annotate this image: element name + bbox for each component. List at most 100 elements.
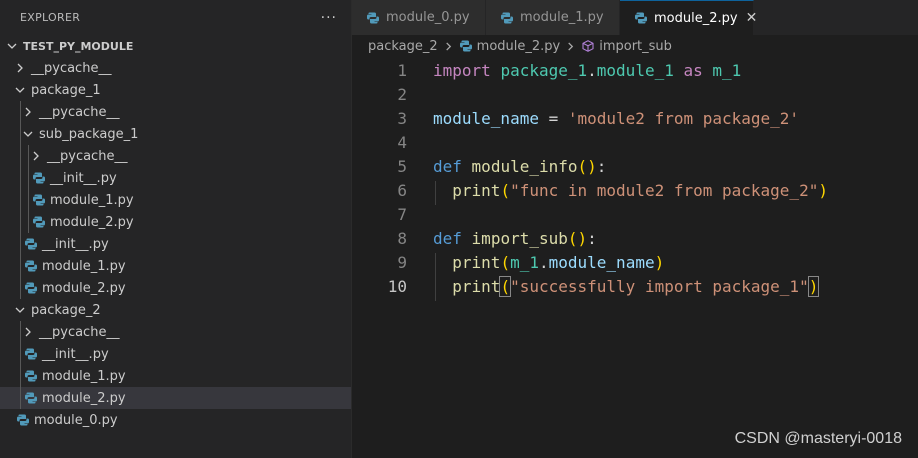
code-token: import: [433, 60, 491, 80]
tree-file-item[interactable]: __init__.py: [0, 167, 351, 189]
tree-folder-item[interactable]: sub_package_1: [0, 123, 351, 145]
line-number: 1: [397, 60, 407, 80]
close-icon[interactable]: ✕: [746, 10, 758, 26]
breadcrumb-symbol[interactable]: import_sub: [581, 39, 672, 54]
code-line: 5 def module_info():: [352, 154, 918, 178]
code-line: 6 print("func in module2 from package_2"…: [352, 178, 918, 205]
code-token: ): [818, 180, 828, 200]
indent-guide: [20, 189, 21, 211]
breadcrumb: package_2 module_2.py import_sub: [352, 35, 918, 57]
tree-folder-item[interactable]: __pycache__: [0, 145, 351, 167]
chevron-down-icon[interactable]: [4, 38, 20, 54]
python-file-icon: [32, 193, 46, 207]
tree-file-item[interactable]: module_0.py: [0, 409, 351, 431]
line-number: 10: [387, 276, 407, 296]
code-token: def: [433, 156, 462, 176]
tree-item-label: __pycache__: [39, 324, 120, 340]
tree-file-item[interactable]: module_2.py: [0, 387, 351, 409]
chevron-right-icon[interactable]: [20, 324, 36, 340]
code-line: 2: [352, 82, 918, 106]
tree-folder-item[interactable]: package_1: [0, 79, 351, 101]
code-token: :: [587, 228, 597, 248]
tree-item-label: __init__.py: [42, 346, 109, 362]
python-file-icon: [366, 11, 380, 25]
tree-file-item[interactable]: module_1.py: [0, 365, 351, 387]
tree-root-folder[interactable]: TEST_PY_MODULE: [0, 35, 351, 57]
code-editor[interactable]: 1 import package_1.module_1 as m_1 2 3 modul…: [352, 58, 918, 301]
chevron-right-icon[interactable]: [12, 60, 28, 76]
chevron-down-icon[interactable]: [12, 82, 28, 98]
file-tree: TEST_PY_MODULE __pycache__ package_1 __pyca…: [0, 35, 351, 431]
code-token: m_1: [510, 252, 539, 272]
tree-item-label: __pycache__: [39, 104, 120, 120]
python-file-icon: [459, 39, 473, 53]
code-token: :: [596, 156, 607, 176]
python-file-icon: [24, 237, 38, 251]
indent-guide: [20, 123, 21, 145]
indent-guide: [20, 145, 21, 167]
tree-folder-item[interactable]: __pycache__: [0, 321, 351, 343]
explorer-title: EXPLORER: [20, 11, 81, 24]
line-number: 2: [397, 84, 407, 104]
tree-folder-item[interactable]: __pycache__: [0, 57, 351, 79]
indent-guide: [20, 387, 21, 409]
tree-file-item[interactable]: module_1.py: [0, 255, 351, 277]
tree-file-item[interactable]: module_2.py: [0, 277, 351, 299]
code-token: 'module2 from package_2': [567, 108, 800, 128]
tree-folder-item[interactable]: __pycache__: [0, 101, 351, 123]
tree-item-label: module_2.py: [50, 214, 134, 230]
tree-file-item[interactable]: __init__.py: [0, 343, 351, 365]
indent-guide: [20, 277, 21, 299]
tab-module-2[interactable]: module_2.py ✕: [620, 0, 757, 35]
breadcrumb-folder[interactable]: package_2: [368, 39, 438, 54]
code-line: 4: [352, 130, 918, 154]
tab-module-1[interactable]: module_1.py: [486, 0, 620, 35]
python-file-icon: [24, 347, 38, 361]
python-file-icon: [24, 259, 38, 273]
code-text: module_name = 'module2 from package_2': [433, 109, 799, 128]
tree-item-label: module_2.py: [42, 280, 126, 296]
code-token: import_sub: [471, 228, 568, 248]
code-token: .: [538, 252, 549, 272]
line-number: 9: [397, 252, 407, 272]
line-number: 4: [397, 132, 407, 152]
tab-label: module_0.py: [386, 10, 470, 25]
code-line: 9 print(m_1.module_name): [352, 250, 918, 277]
code-token: (): [577, 156, 597, 176]
code-token: module_name: [433, 108, 539, 128]
code-token: module_name: [548, 252, 655, 272]
chevron-right-icon[interactable]: [28, 148, 44, 164]
code-token: (): [567, 228, 588, 248]
tree-item-label: module_0.py: [34, 412, 118, 428]
chevron-down-icon[interactable]: [12, 302, 28, 318]
indent-guide: [20, 211, 21, 233]
indent-guide: [28, 167, 29, 189]
code-token: =: [538, 108, 568, 128]
code-token: (: [500, 180, 511, 200]
tree-item-label: __pycache__: [31, 60, 112, 76]
tree-file-item[interactable]: module_2.py: [0, 211, 351, 233]
line-number: 8: [397, 228, 407, 248]
indent-guide: [20, 233, 21, 255]
code-text: def module_info():: [433, 157, 606, 176]
breadcrumb-file[interactable]: module_2.py: [459, 39, 560, 54]
code-token: "func in module2 from package_2": [510, 180, 819, 200]
tab-module-0[interactable]: module_0.py: [352, 0, 486, 35]
tree-folder-item[interactable]: package_2: [0, 299, 351, 321]
indent-guide: [20, 101, 21, 123]
line-number: 5: [397, 156, 407, 176]
tree-item-label: __init__.py: [42, 236, 109, 252]
chevron-right-icon[interactable]: [20, 104, 36, 120]
tree-file-item[interactable]: module_1.py: [0, 189, 351, 211]
code-token: module_info: [471, 156, 578, 176]
indent-guide: [435, 180, 436, 205]
more-actions-icon[interactable]: ···: [321, 10, 337, 26]
code-text: print(m_1.module_name): [433, 252, 664, 277]
code-line: 1 import package_1.module_1 as m_1: [352, 58, 918, 82]
tree-file-item[interactable]: __init__.py: [0, 233, 351, 255]
code-token: (: [499, 275, 512, 297]
code-line: 7: [352, 202, 918, 226]
code-line: 3 module_name = 'module2 from package_2': [352, 106, 918, 130]
chevron-down-icon[interactable]: [20, 126, 36, 142]
